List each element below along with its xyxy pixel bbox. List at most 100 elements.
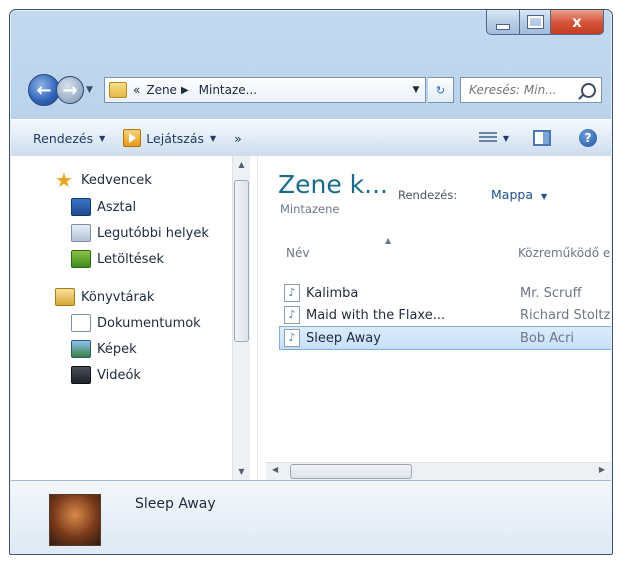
breadcrumb-separator-icon[interactable]: ▶ — [181, 85, 189, 96]
file-artist: Mr. Scruff — [520, 285, 582, 301]
scroll-right-icon[interactable]: ▶ — [599, 465, 605, 474]
address-dropdown-icon[interactable]: ▼ — [407, 85, 425, 95]
scroll-down-icon[interactable]: ▼ — [233, 467, 250, 476]
organize-menu[interactable]: Rendezés ▼ — [33, 131, 105, 146]
column-headers: ▲ Név Közreműködő el — [278, 236, 611, 266]
desktop-icon — [71, 198, 91, 216]
file-row[interactable]: ♪ Sleep Away Bob Acri — [279, 326, 611, 350]
downloads-icon — [71, 250, 91, 268]
file-name: Kalimba — [306, 285, 359, 301]
libraries-icon — [55, 288, 75, 306]
search-icon[interactable] — [581, 82, 596, 98]
details-title: Sleep Away — [135, 496, 216, 512]
chevron-down-icon: ▼ — [210, 133, 217, 143]
address-row: ← → ▼ « Zene ▶ Mintaze... ▼ ↻ — [28, 72, 602, 108]
horizontal-scrollbar[interactable]: ◀ ▶ — [266, 462, 611, 480]
sidebar-item-pictures[interactable]: Képek — [71, 340, 137, 358]
folder-icon — [109, 82, 127, 98]
preview-pane-icon[interactable] — [533, 130, 551, 146]
file-list-pane: Zene k... Mintazene Rendezés: Mappa ▼ ▲ … — [258, 156, 611, 480]
recent-places-icon — [71, 224, 91, 242]
play-button[interactable]: Lejátszás ▼ — [123, 129, 216, 147]
maximize-button[interactable] — [520, 10, 551, 35]
scrollbar-thumb[interactable] — [234, 180, 249, 342]
help-icon[interactable]: ? — [579, 129, 597, 147]
scrollbar-thumb[interactable] — [290, 464, 412, 479]
search-box[interactable] — [460, 77, 602, 103]
play-icon — [123, 129, 142, 147]
refresh-icon: ↻ — [435, 83, 446, 97]
sidebar-item-favorites[interactable]: ★ Kedvencek — [55, 168, 152, 192]
arrange-by-dropdown[interactable]: Mappa ▼ — [491, 187, 547, 202]
album-art — [49, 494, 101, 546]
sidebar-item-asztal[interactable]: Asztal — [71, 198, 136, 216]
chevron-down-icon: ▼ — [99, 133, 106, 143]
view-controls: ▼ ? — [478, 129, 597, 147]
refresh-button[interactable]: ↻ — [428, 77, 454, 103]
file-row[interactable]: ♪ Maid with the Flaxe... Richard Stoltzma — [280, 304, 611, 326]
change-view-icon[interactable] — [478, 132, 497, 144]
more-commands-label: » — [234, 130, 242, 146]
address-bar[interactable]: « Zene ▶ Mintaze... ▼ — [104, 77, 426, 103]
scroll-up-icon[interactable]: ▲ — [233, 160, 250, 169]
music-file-icon: ♪ — [284, 329, 300, 347]
breadcrumb-zene[interactable]: Zene — [146, 83, 177, 97]
view-options-icon[interactable]: ▼ — [503, 134, 509, 143]
content-area: ★ Kedvencek Asztal Legutóbbi helyek Letö… — [11, 156, 611, 480]
library-subtitle: Mintazene — [280, 202, 340, 216]
file-artist: Richard Stoltzma — [520, 307, 611, 323]
forward-arrow-icon: → — [62, 79, 78, 101]
back-arrow-icon: ← — [36, 79, 52, 101]
minimize-icon — [496, 23, 510, 30]
file-artist: Bob Acri — [520, 330, 575, 346]
sidebar-item-label: Képek — [97, 341, 137, 357]
file-name: Sleep Away — [306, 330, 381, 346]
library-title: Zene k... — [278, 170, 388, 199]
file-row[interactable]: ♪ Kalimba Mr. Scruff — [280, 282, 611, 304]
sidebar-item-label: Asztal — [97, 199, 137, 215]
sidebar-item-label: Videók — [97, 367, 141, 383]
explorer-window: x ← → ▼ « Zene ▶ Mintaze... ▼ ↻ Rendezés… — [9, 9, 613, 555]
more-commands-button[interactable]: » — [234, 131, 242, 146]
sidebar-item-label: Letöltések — [97, 251, 165, 267]
star-icon: ★ — [55, 168, 73, 192]
search-input[interactable] — [467, 82, 566, 98]
sidebar-item-recent-places[interactable]: Legutóbbi helyek — [71, 224, 209, 242]
arrange-by-value: Mappa — [491, 187, 533, 202]
arrange-by-label: Rendezés: — [398, 188, 458, 202]
navigation-scrollbar[interactable]: ▲ ▼ — [232, 156, 250, 480]
maximize-icon — [526, 15, 544, 29]
minimize-button[interactable] — [486, 10, 520, 35]
videos-icon — [71, 366, 91, 384]
forward-button[interactable]: → — [56, 76, 84, 104]
sidebar-item-videos[interactable]: Videók — [71, 366, 141, 384]
sidebar-item-label: Dokumentumok — [97, 315, 201, 331]
play-label: Lejátszás — [146, 130, 205, 146]
navigation-pane: ★ Kedvencek Asztal Legutóbbi helyek Letö… — [11, 156, 257, 480]
music-file-icon: ♪ — [284, 284, 300, 302]
sort-ascending-icon: ▲ — [385, 236, 392, 245]
sidebar-item-label: Legutóbbi helyek — [97, 225, 209, 241]
sidebar-item-documents[interactable]: Dokumentumok — [71, 314, 201, 332]
command-bar: Rendezés ▼ Lejátszás ▼ » ▼ ? — [11, 119, 611, 157]
music-file-icon: ♪ — [284, 306, 300, 324]
sidebar-item-downloads[interactable]: Letöltések — [71, 250, 164, 268]
breadcrumb-mintazene[interactable]: Mintaze... — [199, 83, 257, 97]
details-pane: Sleep Away — [11, 480, 611, 553]
close-icon: x — [572, 13, 582, 31]
file-name: Maid with the Flaxe... — [306, 307, 446, 323]
recent-pages-dropdown[interactable]: ▼ — [86, 85, 98, 95]
scroll-left-icon[interactable]: ◀ — [272, 465, 278, 474]
breadcrumb-overflow[interactable]: « — [133, 83, 140, 97]
pictures-icon — [71, 340, 91, 358]
close-button[interactable]: x — [551, 10, 604, 35]
column-header-artist[interactable]: Közreműködő el — [518, 246, 611, 260]
column-header-name[interactable]: Név — [286, 246, 309, 260]
organize-label: Rendezés — [33, 130, 94, 146]
sidebar-item-label: Kedvencek — [81, 172, 152, 188]
documents-icon — [71, 314, 91, 332]
caption-buttons: x — [486, 10, 604, 35]
chevron-down-icon: ▼ — [540, 192, 548, 201]
sidebar-item-label: Könyvtárak — [81, 289, 155, 305]
sidebar-item-libraries[interactable]: Könyvtárak — [55, 288, 154, 306]
